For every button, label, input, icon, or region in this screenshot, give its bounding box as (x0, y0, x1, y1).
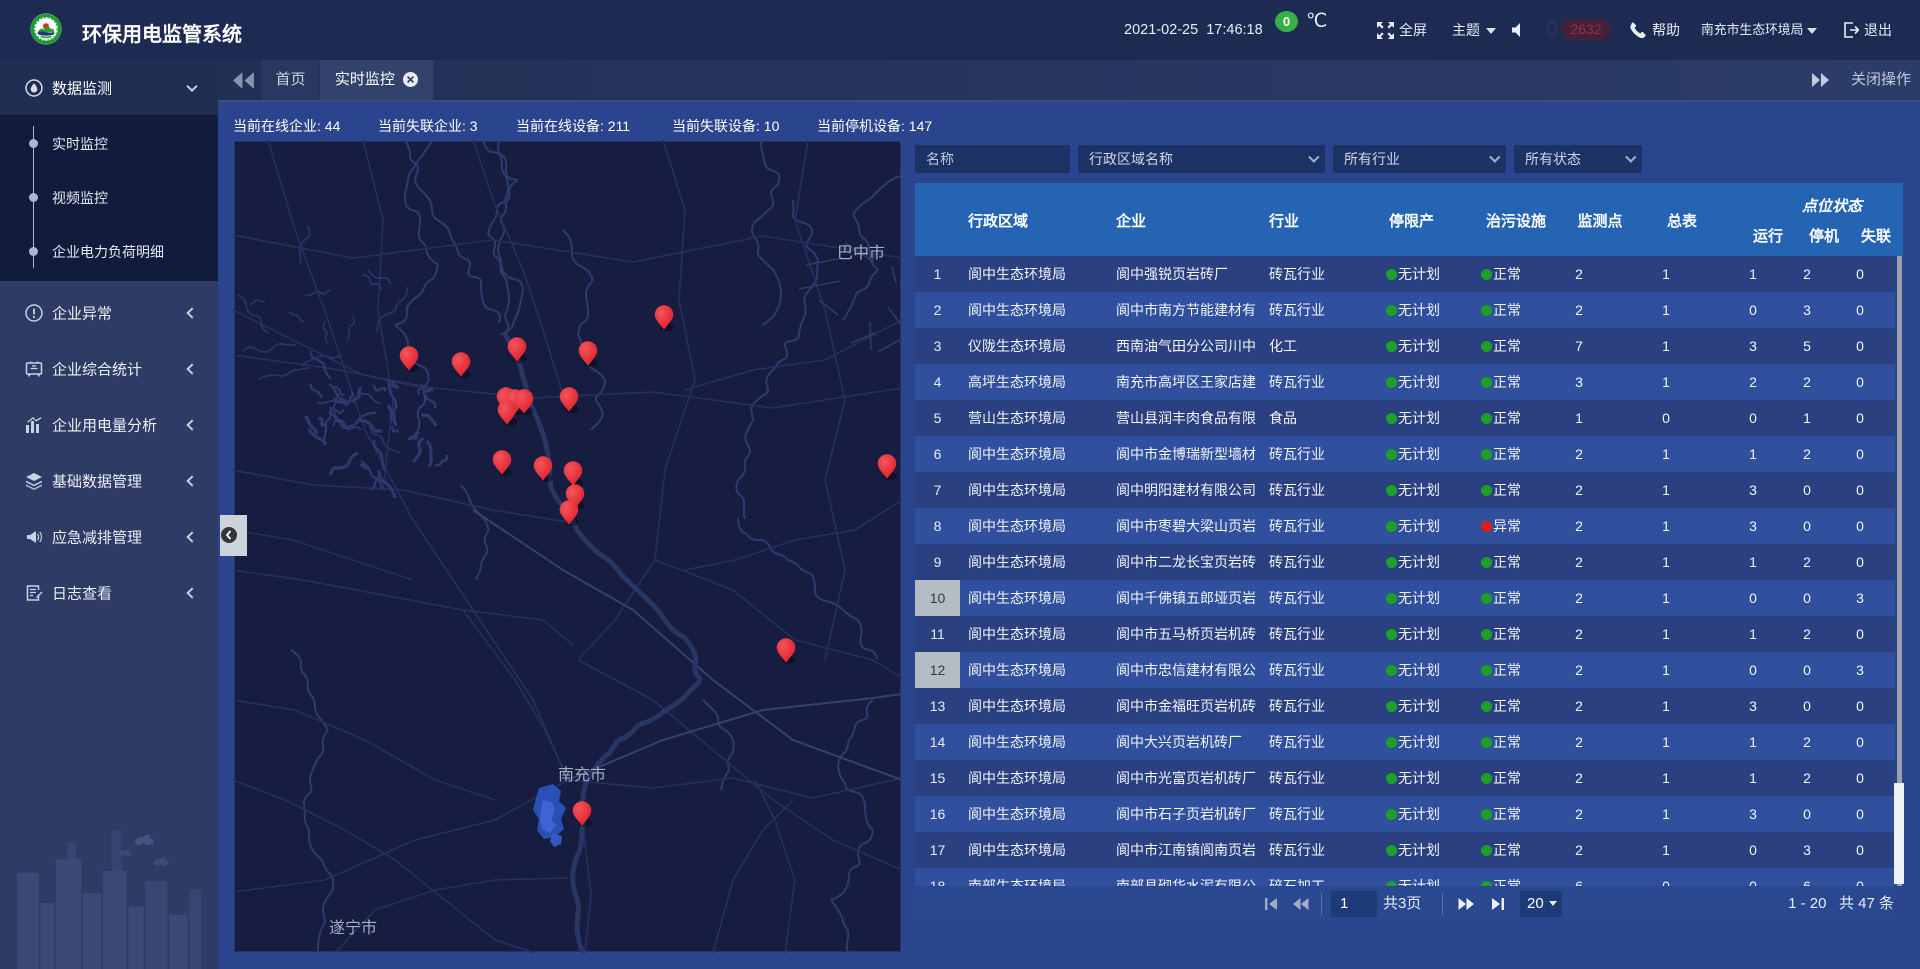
svg-text:南充市: 南充市 (558, 766, 606, 784)
svg-text:巴中市: 巴中市 (837, 244, 885, 262)
svg-text:遂宁市: 遂宁市 (329, 919, 377, 937)
